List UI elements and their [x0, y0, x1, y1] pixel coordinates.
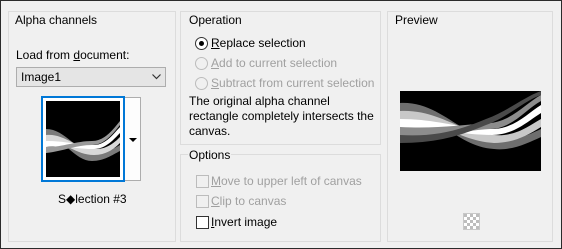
replace-selection-radio[interactable]	[195, 37, 208, 50]
load-from-document-label: Load from document:	[16, 48, 130, 62]
wave-thumbnail-image	[46, 121, 120, 161]
operation-title: Operation	[188, 13, 243, 27]
add-to-selection-label[interactable]: Add to current selection	[211, 56, 337, 71]
invert-image-checkbox[interactable]	[196, 216, 209, 229]
replace-selection-label[interactable]: Replace selection	[211, 36, 306, 51]
alpha-channels-title: Alpha channels	[14, 13, 99, 27]
clip-to-canvas-checkbox[interactable]	[196, 195, 209, 208]
clip-to-canvas-label[interactable]: Clip to canvas	[211, 194, 286, 209]
checkerboard-icon[interactable]	[463, 213, 480, 230]
caret-down-icon	[129, 138, 137, 142]
document-select[interactable]: Image1	[16, 67, 166, 87]
thumbnail-dropdown-button[interactable]	[125, 97, 141, 181]
subtract-selection-label[interactable]: Subtract from current selection	[211, 76, 374, 91]
checkerboard-pattern	[464, 214, 479, 229]
wave-preview-image	[400, 91, 541, 150]
options-title: Options	[188, 148, 232, 162]
subtract-selection-radio[interactable]	[195, 77, 208, 90]
add-to-selection-radio[interactable]	[195, 57, 208, 70]
chevron-down-icon	[152, 74, 161, 80]
radio-selected-dot	[199, 41, 204, 46]
operation-description: The original alpha channel rectangle com…	[189, 94, 374, 138]
move-to-upper-left-checkbox[interactable]	[196, 175, 209, 188]
selection-caption: S◆lection #3	[58, 192, 127, 206]
preview-title: Preview	[394, 13, 439, 27]
alpha-channel-thumbnail[interactable]	[41, 96, 125, 182]
invert-image-label[interactable]: Invert image	[211, 215, 277, 230]
document-select-value: Image1	[21, 70, 62, 84]
preview-image	[400, 91, 541, 171]
move-to-upper-left-label[interactable]: Move to upper left of canvas	[211, 174, 362, 189]
